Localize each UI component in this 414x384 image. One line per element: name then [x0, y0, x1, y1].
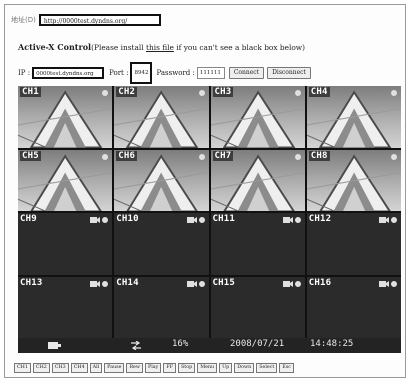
channel-label: CH8: [308, 150, 330, 161]
channel-tile[interactable]: CH1: [18, 86, 113, 148]
camera-icon: [90, 217, 101, 223]
channel-tile[interactable]: CH4: [306, 86, 401, 148]
channel-tile[interactable]: CH10: [114, 213, 209, 275]
status-bar: 16% 2008/07/21 14:48:25: [18, 338, 401, 353]
control-button-ch4[interactable]: CH4: [70, 363, 88, 373]
status-time: 14:48:25: [310, 339, 354, 349]
page-heading: Active-X Control(Please install this fil…: [18, 42, 305, 52]
control-button-ff[interactable]: FF: [163, 363, 177, 373]
channel-label: CH2: [116, 87, 138, 97]
channel-tile[interactable]: CH6: [114, 149, 209, 211]
channel-tile[interactable]: CH9: [18, 213, 113, 275]
status-dot-icon: [198, 217, 205, 223]
status-dot-icon: [102, 217, 109, 223]
disconnect-button[interactable]: Disconnect: [267, 67, 311, 79]
status-dot-icon: [102, 153, 109, 160]
camera-icon: [282, 280, 293, 287]
channel-label: CH11: [212, 214, 235, 224]
password-input[interactable]: 111111: [196, 67, 225, 79]
channel-tile[interactable]: CH15: [210, 276, 305, 338]
camera-icon: [282, 217, 293, 223]
control-button-select[interactable]: Select: [256, 363, 278, 373]
connect-button[interactable]: Connect: [228, 67, 265, 79]
camera-icon: [186, 217, 197, 223]
status-dot-icon: [294, 153, 301, 160]
address-bar: 地址(D) http://0000test.dyndns.org/: [11, 13, 161, 27]
control-button-ch1[interactable]: CH1: [14, 363, 31, 373]
channel-tile[interactable]: CH5: [18, 149, 113, 211]
channel-label: CH15: [212, 277, 235, 288]
channel-tile[interactable]: CH8: [306, 149, 401, 211]
channel-label: CH7: [212, 150, 234, 161]
status-dot-icon: [391, 90, 397, 96]
network-icon: [131, 341, 141, 350]
ip-label: IP :: [18, 69, 31, 77]
port-input[interactable]: 8942: [130, 62, 153, 84]
hdd-percent: 16%: [172, 339, 189, 349]
status-dot-icon: [391, 153, 397, 160]
install-file-link[interactable]: this file: [146, 43, 174, 52]
channel-label: CH4: [308, 87, 330, 97]
channel-label: CH5: [20, 150, 41, 161]
status-date: 2008/07/21: [230, 339, 285, 349]
status-dot-icon: [198, 153, 205, 160]
address-label: 地址(D): [11, 16, 36, 24]
camera-icon: [379, 280, 389, 287]
status-dot-icon: [294, 90, 301, 96]
status-dot-icon: [198, 90, 205, 96]
camera-icon: [186, 280, 197, 287]
channel-label: CH13: [20, 277, 43, 288]
channel-tile[interactable]: CH14: [114, 276, 209, 338]
channel-label: CH14: [116, 277, 139, 288]
url-input[interactable]: http://0000test.dyndns.org/: [38, 14, 161, 26]
control-button-esc[interactable]: Esc: [279, 363, 294, 373]
status-dot-icon: [294, 217, 301, 223]
control-button-up[interactable]: Up: [219, 363, 233, 373]
connection-row: IP : 0000test.dyndns.org Port : 8942 Pas…: [18, 62, 314, 84]
status-dot-icon: [391, 217, 397, 223]
heading-post: if you can't see a black box below): [173, 43, 306, 52]
control-buttons: CH1 CH2 CH3 CH4 All Pause Rew Play FF Stop Menu Up D…: [14, 363, 296, 373]
status-dot-icon: [198, 280, 205, 287]
channel-label: CH1: [20, 87, 41, 97]
channel-tile[interactable]: CH12: [306, 213, 401, 275]
heading-pre: (Please install: [91, 43, 146, 52]
channel-grid: CH1 CH2 CH3 CH4 CH5 CH6 CH7 CH8 CH9 CH10 CH11 CH12 C…: [18, 86, 401, 338]
recorder-icon: [48, 342, 61, 349]
control-button-pause[interactable]: Pause: [104, 363, 125, 373]
control-button-ch2[interactable]: CH2: [32, 363, 50, 373]
channel-label: CH6: [116, 150, 138, 161]
password-label: Password :: [156, 69, 195, 77]
camera-icon: [90, 280, 101, 287]
channel-label: CH10: [116, 214, 139, 224]
channel-tile[interactable]: CH3: [210, 86, 305, 148]
control-button-ch3[interactable]: CH3: [51, 363, 69, 373]
status-dot-icon: [391, 280, 397, 287]
channel-label: CH9: [20, 214, 37, 224]
channel-tile[interactable]: CH7: [210, 149, 305, 211]
ip-input[interactable]: 0000test.dyndns.org: [32, 67, 105, 79]
control-button-play[interactable]: Play: [145, 363, 162, 373]
control-button-stop[interactable]: Stop: [178, 363, 196, 373]
channel-label: CH16: [308, 277, 332, 288]
heading-title: Active-X Control: [18, 42, 92, 52]
control-button-down[interactable]: Down: [234, 363, 255, 373]
status-dot-icon: [294, 280, 301, 287]
control-button-all[interactable]: All: [89, 363, 103, 373]
channel-label: CH3: [212, 87, 234, 97]
channel-tile[interactable]: CH11: [210, 213, 305, 275]
dvr-viewer[interactable]: CH1 CH2 CH3 CH4 CH5 CH6 CH7 CH8 CH9 CH10 CH11 CH12 C…: [18, 86, 401, 353]
channel-tile[interactable]: CH2: [114, 86, 209, 148]
channel-tile[interactable]: CH13: [18, 276, 113, 338]
channel-label: CH12: [308, 214, 332, 224]
control-button-menu[interactable]: Menu: [197, 363, 218, 373]
status-dot-icon: [102, 280, 109, 287]
channel-tile[interactable]: CH16: [306, 276, 401, 338]
control-button-rew[interactable]: Rew: [126, 363, 143, 373]
camera-icon: [379, 217, 389, 223]
port-label: Port :: [109, 69, 129, 77]
